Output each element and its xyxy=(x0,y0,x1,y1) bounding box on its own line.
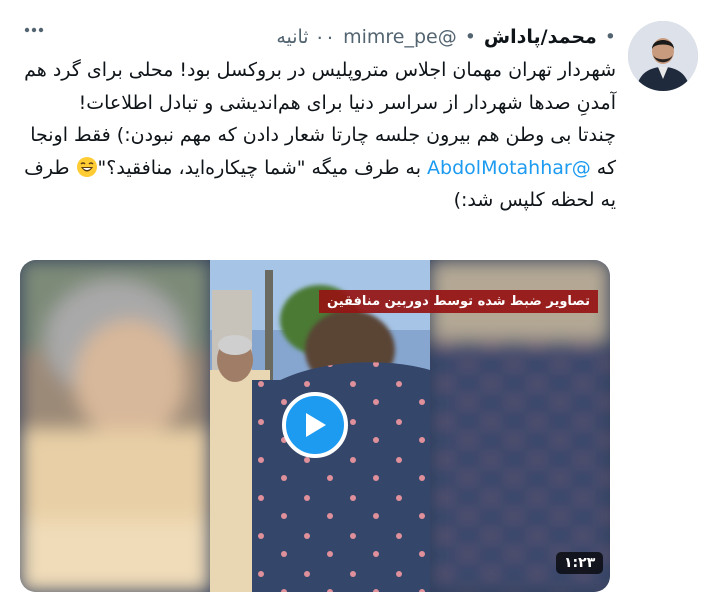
play-button[interactable] xyxy=(282,392,348,458)
timestamp[interactable]: ۰۰ ثانیه xyxy=(276,26,335,48)
more-options-icon[interactable] xyxy=(22,18,46,42)
avatar[interactable] xyxy=(628,21,698,91)
mention-link[interactable]: @AbdolMotahhar xyxy=(427,157,591,179)
user-handle[interactable]: @mimre_pe xyxy=(343,26,457,48)
tweet-paragraph: چندتا بی وطن هم بیرون جلسه چارتا شعار دا… xyxy=(24,124,616,211)
video-caption: تصاویر ضبط شده توسط دوربین منافقین xyxy=(319,290,598,313)
tweet-header: • محمد/پاداش • @mimre_pe ۰۰ ثانیه xyxy=(276,26,616,48)
play-icon xyxy=(302,411,328,439)
display-name[interactable]: محمد/پاداش xyxy=(484,26,597,48)
laughing-emoji-icon xyxy=(76,156,98,178)
video-player[interactable]: تصاویر ضبط شده توسط دوربین منافقین ۱:۲۳ xyxy=(20,260,610,592)
tweet-text: شهردار تهران مهمان اجلاس متروپلیس در برو… xyxy=(22,54,616,217)
tweet-paragraph: شهردار تهران مهمان اجلاس متروپلیس در برو… xyxy=(24,59,616,114)
video-duration: ۱:۲۳ xyxy=(556,552,604,574)
